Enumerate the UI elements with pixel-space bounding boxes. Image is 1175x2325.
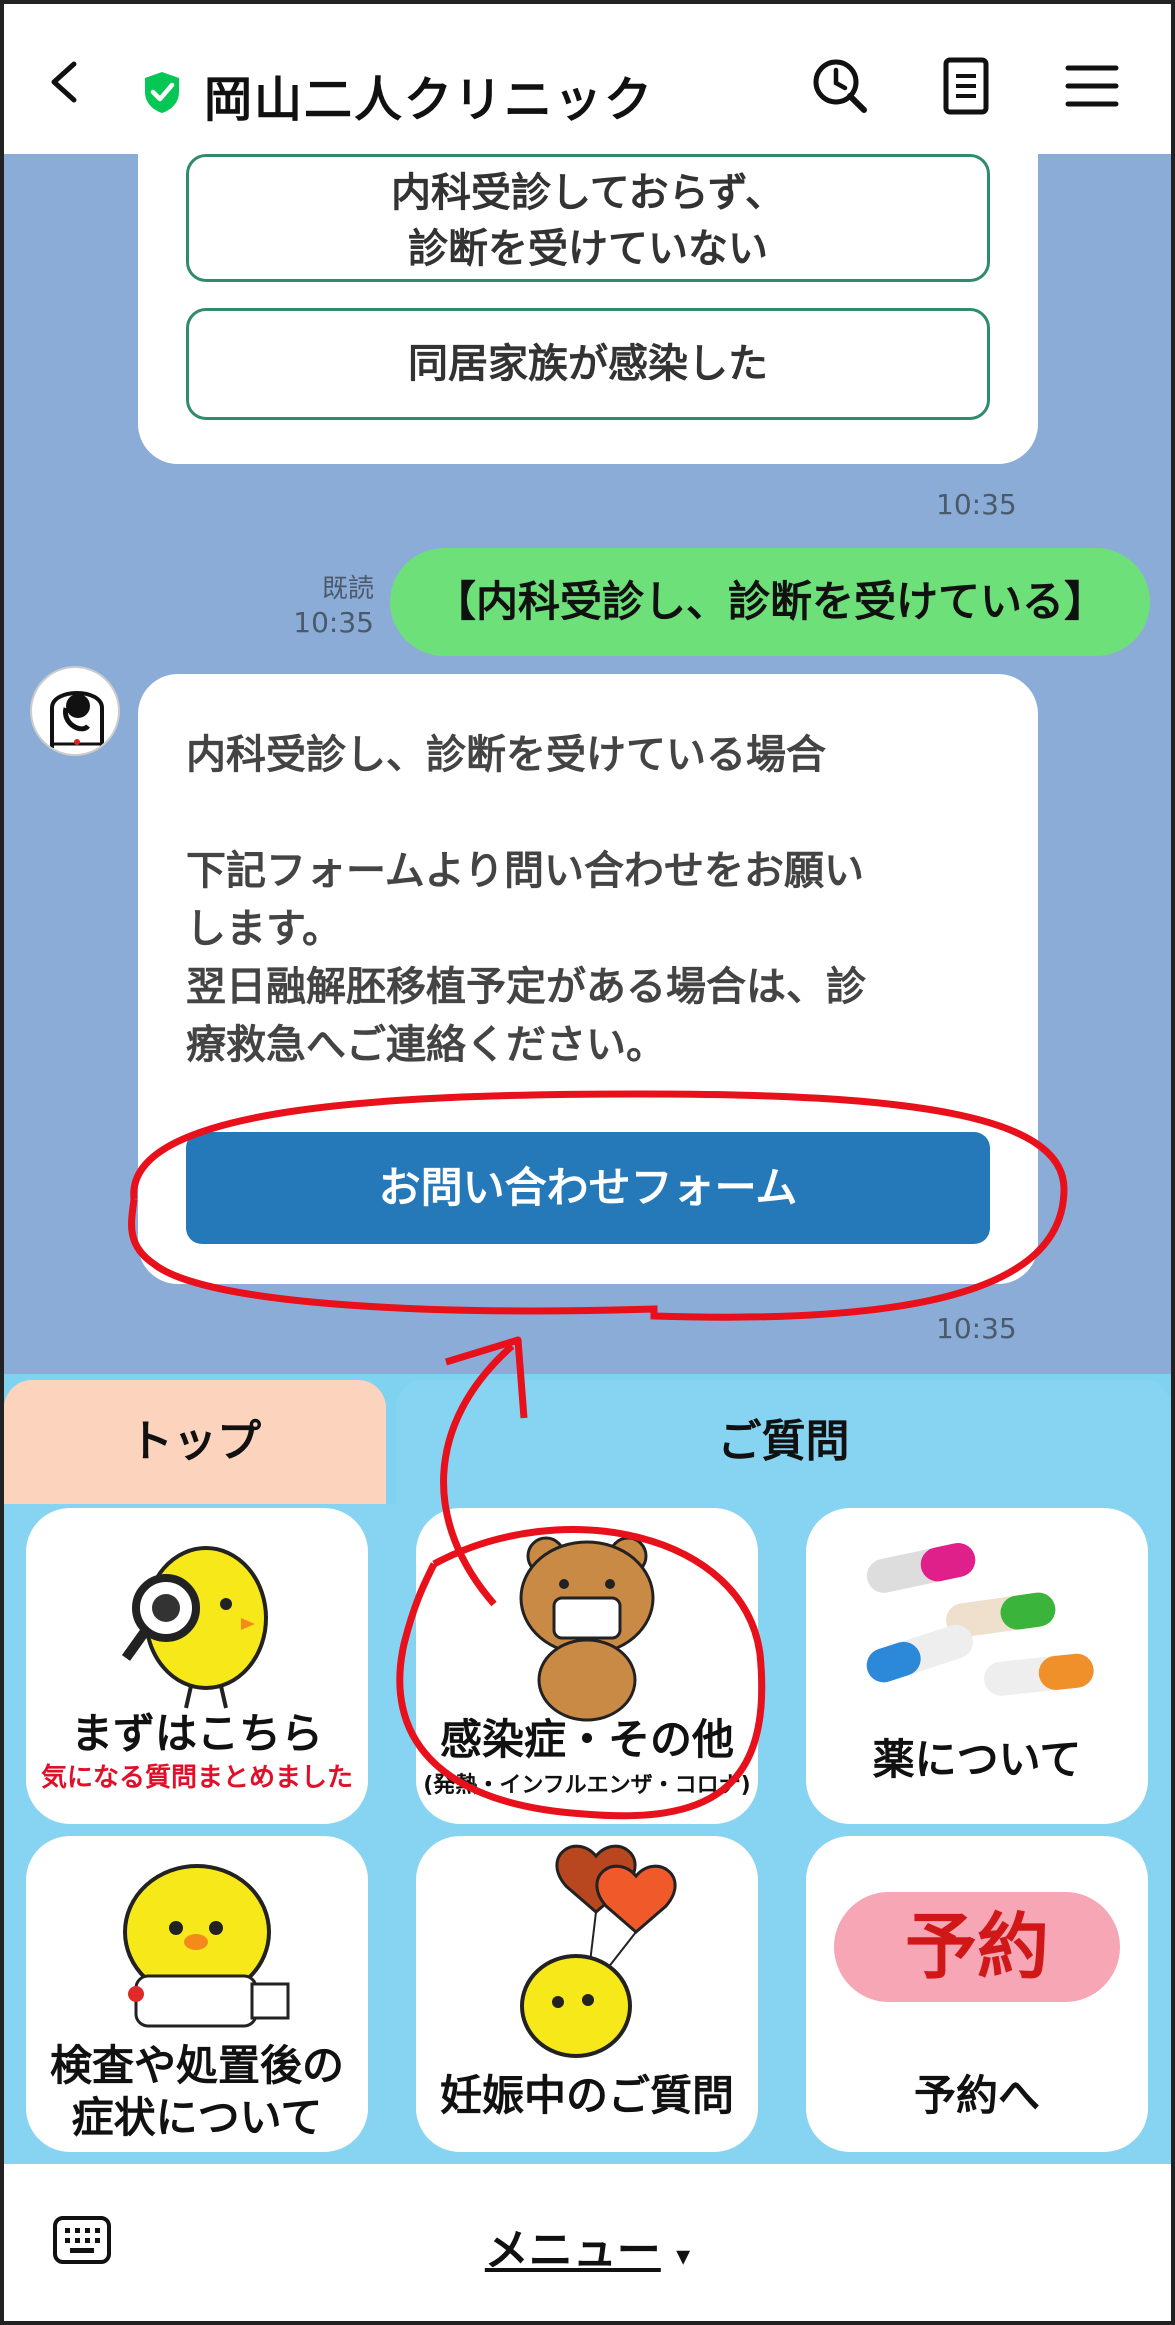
chat-header: 岡山二人クリニック (4, 4, 1171, 154)
tile-label: 検査や処置後の (49, 2041, 344, 2090)
reply-body-line: 療救急へご連絡ください。 (186, 1022, 666, 1068)
reservation-badge: 予約 (834, 1892, 1120, 2002)
reply-title: 内科受診し、診断を受けている場合 (186, 732, 826, 778)
reply-body-line: 下記フォームより問い合わせをお願い (186, 848, 864, 894)
tile-post-exam-symptoms[interactable]: 検査や処置後の 症状について (26, 1836, 368, 2152)
read-time: 10:35 (293, 606, 374, 639)
menu-toggle-button[interactable]: メニュー ▾ (4, 2214, 1171, 2278)
option-line: 内科受診しておらず、 (391, 170, 785, 216)
tile-label: 薬について (872, 1735, 1082, 1784)
hamburger-menu-icon[interactable] (1062, 56, 1122, 116)
read-receipt: 既読 10:35 (274, 572, 374, 640)
tile-label: 感染症・その他 (439, 1715, 734, 1764)
reply-body-line: 翌日融解胚移植予定がある場合は、診 (186, 964, 866, 1010)
tile-sublabel: 気になる質問まとめました (40, 1763, 353, 1793)
previous-options-card: 内科受診しておらず、 診断を受けていない 同居家族が感染した (138, 154, 1038, 464)
chat-area[interactable]: 内科受診しておらず、 診断を受けていない 同居家族が感染した 10:35 既読 … (4, 154, 1171, 1374)
tile-label: 症状について (71, 2093, 323, 2142)
screen: 岡山二人クリニック 内科受診しておらず、 診断を受けていない 同居家族が感染した (0, 0, 1175, 2325)
history-search-icon[interactable] (810, 56, 870, 116)
tile-start-here[interactable]: まずはこちら 気になる質問まとめました (26, 1508, 368, 1824)
my-message-bubble: 【内科受診し、診断を受けている】 (390, 548, 1150, 656)
read-label: 既読 (321, 574, 374, 604)
verified-shield-icon (145, 72, 179, 113)
tile-sublabel: (発熱・インフルエンザ・コロナ) (423, 1773, 751, 1798)
caret-down-icon: ▾ (676, 2239, 691, 2272)
tile-reservation[interactable]: 予約 予約へ (806, 1836, 1148, 2152)
tile-pregnancy-questions[interactable]: 妊娠中のご質問 (416, 1836, 758, 2152)
back-chevron-icon[interactable] (44, 60, 88, 104)
option-not-diagnosed-button[interactable]: 内科受診しておらず、 診断を受けていない (186, 154, 990, 282)
inquiry-form-button[interactable]: お問い合わせフォーム (186, 1132, 990, 1244)
message-time: 10:35 (936, 488, 1017, 521)
reply-body-line: します。 (186, 906, 342, 952)
stork-logo-icon (50, 691, 104, 748)
rich-menu-tabs: トップ ご質問 (4, 1374, 1171, 1504)
rich-menu-grid: まずはこちら 気になる質問まとめました 感染症・その他 (発熱・インフルエンザ・… (4, 1504, 1171, 2164)
menu-label: メニュー (484, 2225, 661, 2276)
option-line: 診断を受けていない (408, 226, 768, 272)
message-time: 10:35 (936, 1312, 1017, 1345)
reply-message-card: 内科受診し、診断を受けている場合 下記フォームより問い合わせをお願い します。 … (138, 674, 1038, 1284)
notes-icon[interactable] (936, 56, 996, 116)
tile-label: まずはこちら (70, 1709, 323, 1758)
tile-medicine[interactable]: 薬について (806, 1508, 1148, 1824)
chat-title: 岡山二人クリニック (204, 72, 655, 128)
bottom-bar: メニュー ▾ (4, 2164, 1171, 2321)
tile-infection-other[interactable]: 感染症・その他 (発熱・インフルエンザ・コロナ) (416, 1508, 758, 1824)
tile-label: 予約へ (913, 2071, 1040, 2120)
tile-label: 妊娠中のご質問 (439, 2071, 734, 2120)
tab-questions[interactable]: ご質問 (396, 1380, 1171, 1504)
tab-top[interactable]: トップ (4, 1380, 386, 1504)
clinic-avatar[interactable] (30, 666, 120, 756)
option-family-infected-button[interactable]: 同居家族が感染した (186, 308, 990, 420)
reply-body: 下記フォームより問い合わせをお願い します。 翌日融解胚移植予定がある場合は、診… (186, 842, 966, 1074)
